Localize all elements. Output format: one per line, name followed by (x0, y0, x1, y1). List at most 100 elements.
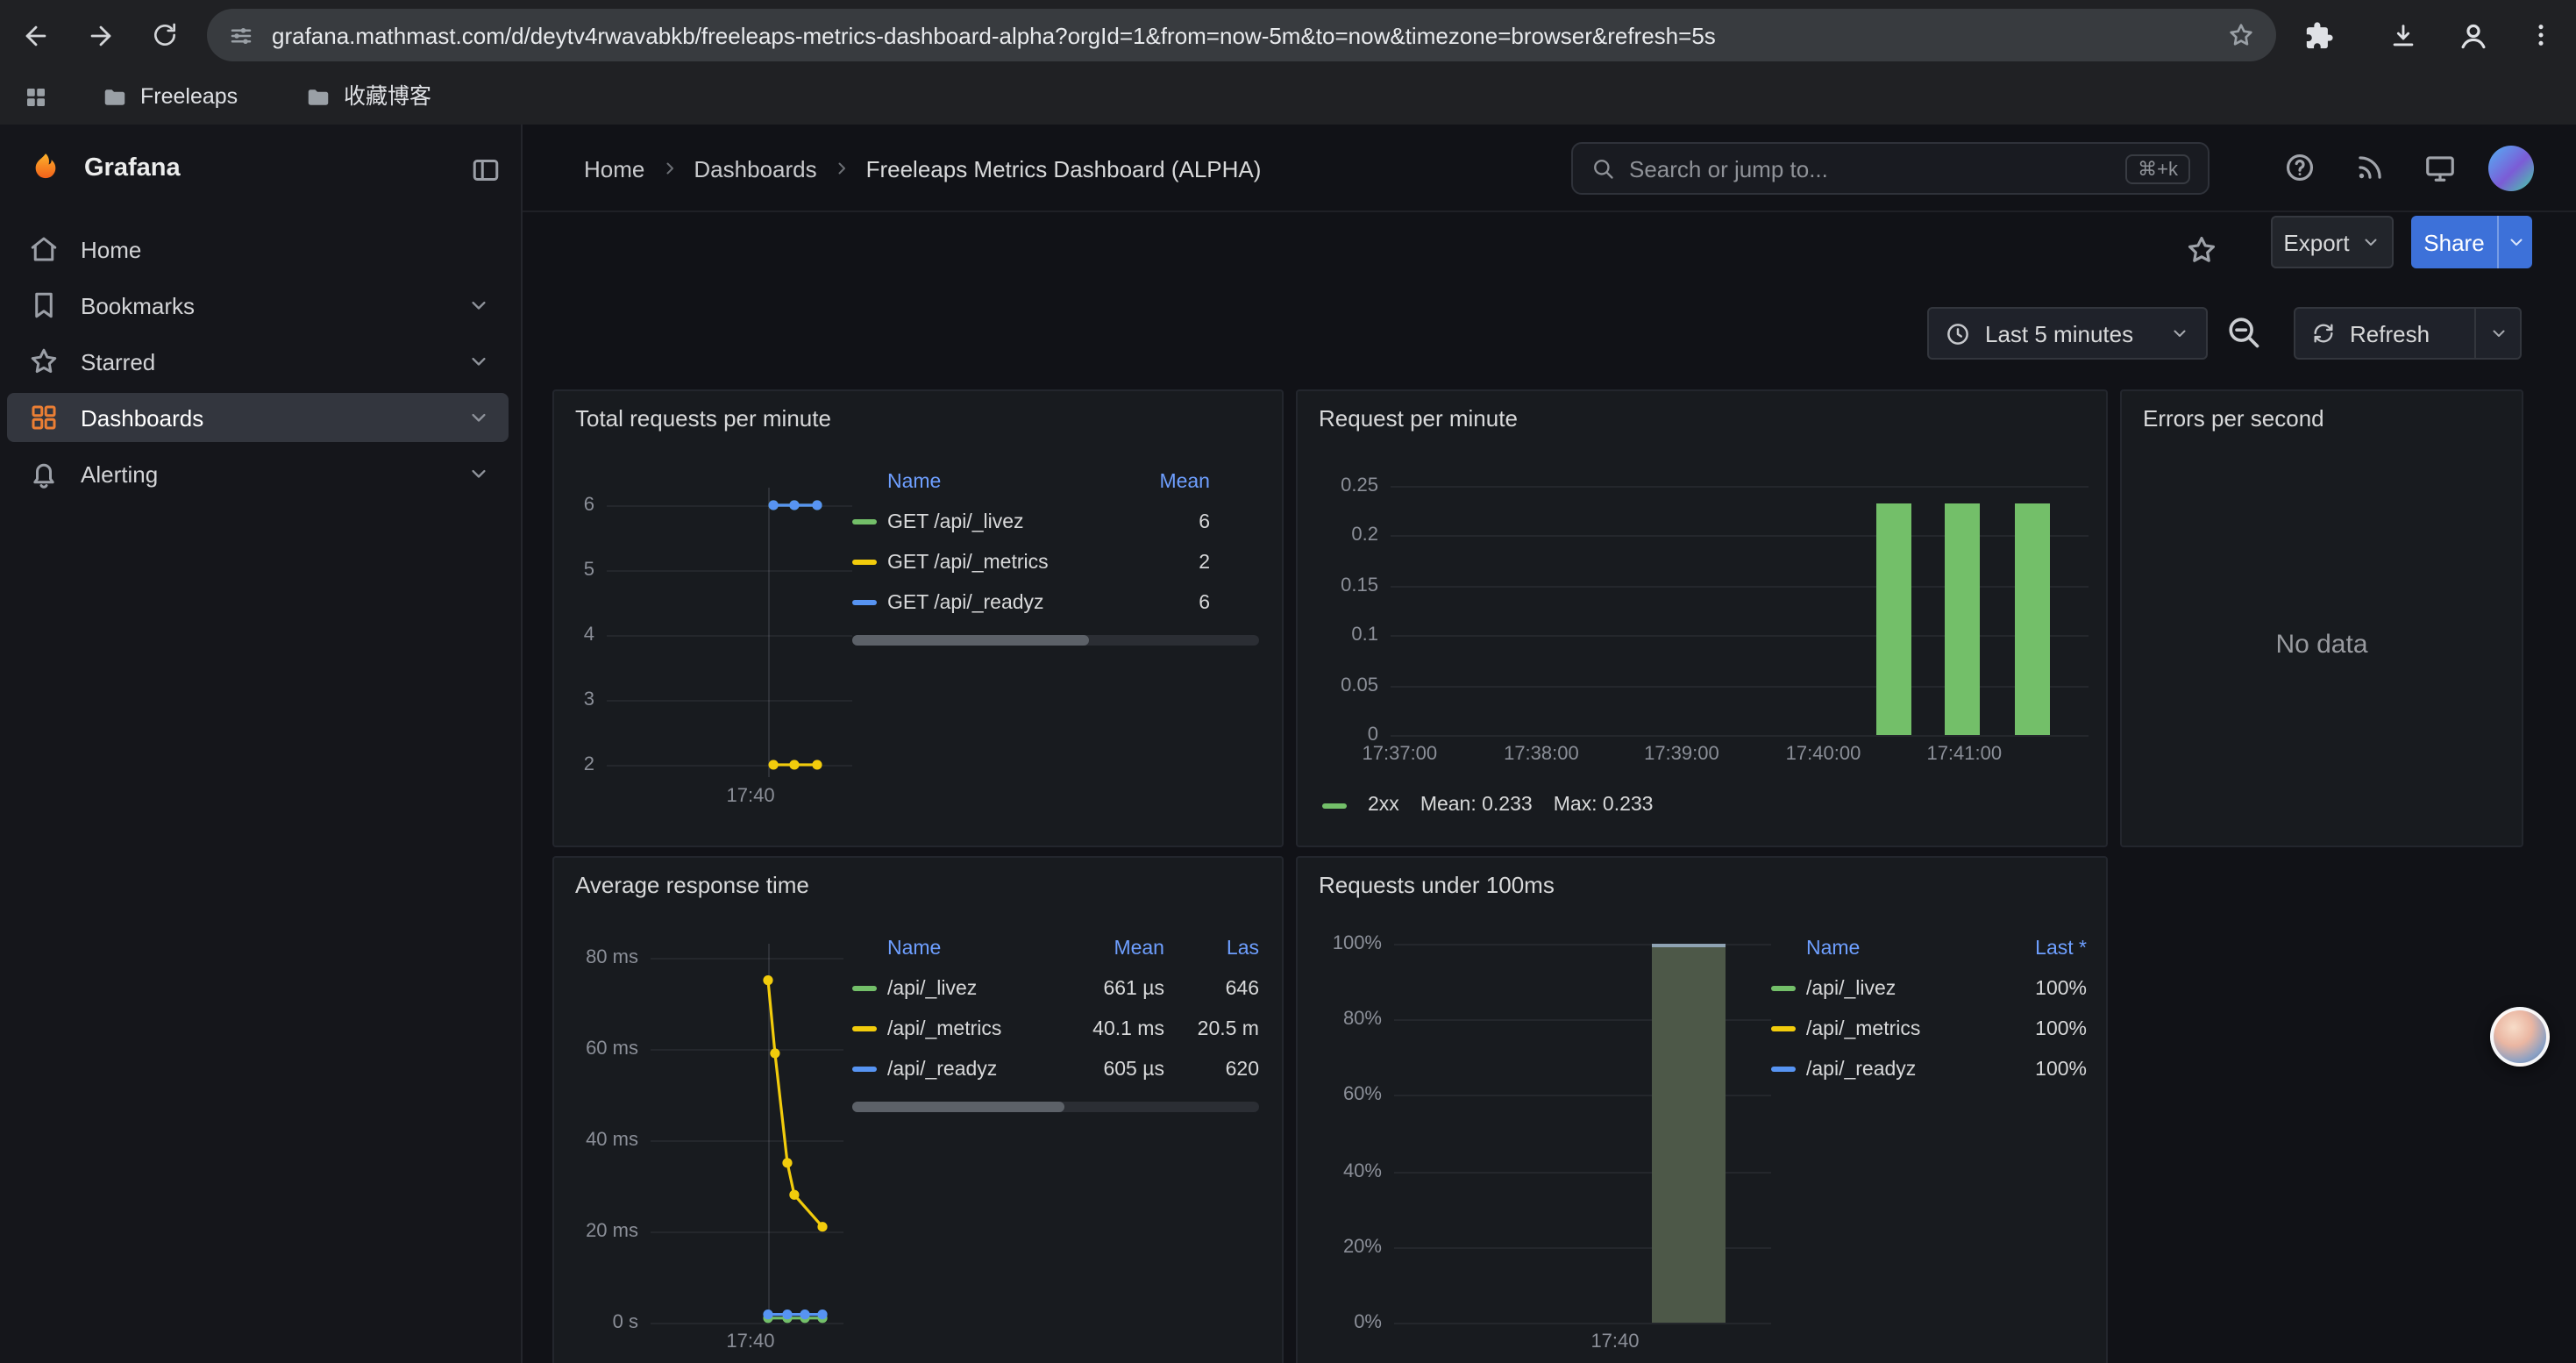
legend-header-value[interactable]: Mean (1063, 938, 1164, 959)
legend-series-name[interactable]: GET /api/_livez (887, 511, 1108, 532)
grafana-logo[interactable] (28, 151, 63, 186)
legend-header-value[interactable]: Las (1189, 938, 1259, 959)
browser-profile-button[interactable] (2451, 14, 2494, 56)
search-input[interactable]: Search or jump to... ⌘+k (1571, 142, 2210, 195)
chevron-down-icon[interactable] (466, 405, 491, 430)
news-icon[interactable] (2353, 151, 2387, 184)
y-axis-tick: 80% (1343, 1009, 1382, 1030)
sidebar-item-starred[interactable]: Starred (7, 337, 509, 386)
bookmark-star-icon[interactable] (2227, 21, 2255, 49)
legend-header-row[interactable]: Name Mean (852, 461, 1210, 502)
scrollbar-thumb[interactable] (852, 1102, 1064, 1112)
chevron-down-icon[interactable] (466, 461, 491, 486)
legend-series-name[interactable]: GET /api/_readyz (887, 592, 1108, 613)
panel-title[interactable]: Request per minute (1319, 405, 1518, 432)
chart-bar[interactable] (1876, 503, 1911, 735)
chart-series (651, 944, 843, 1323)
legend-series-name[interactable]: /api/_readyz (887, 1059, 1038, 1080)
panel-title[interactable]: Total requests per minute (575, 405, 831, 432)
panel-title[interactable]: Average response time (575, 872, 809, 898)
browser-menu-button[interactable] (2520, 14, 2562, 56)
legend-series-name[interactable]: /api/_metrics (887, 1018, 1038, 1039)
scrollbar-thumb[interactable] (852, 635, 1088, 646)
share-menu-button[interactable] (2497, 216, 2532, 268)
legend-row[interactable]: /api/_readyz605 µs620 (852, 1049, 1259, 1089)
favorite-dashboard-icon[interactable] (2185, 233, 2218, 267)
chart-bar[interactable] (1945, 503, 1980, 735)
puzzle-icon (2303, 20, 2333, 50)
download-icon (2387, 20, 2417, 50)
legend-series-name[interactable]: 2xx (1368, 795, 1399, 816)
legend-row[interactable]: /api/_readyz100% (1771, 1049, 2087, 1089)
sidebar-item-alerting[interactable]: Alerting (7, 449, 509, 498)
breadcrumb-current: Freeleaps Metrics Dashboard (ALPHA) (866, 155, 1262, 182)
legend-row[interactable]: GET /api/_readyz6 (852, 582, 1210, 623)
share-button[interactable]: Share (2411, 216, 2497, 268)
chart-bar[interactable] (1652, 944, 1726, 1323)
series-color-dash (1322, 803, 1347, 808)
legend-row[interactable]: /api/_livez661 µs646 (852, 968, 1259, 1009)
y-axis-tick: 0% (1354, 1312, 1382, 1333)
zoom-out-icon[interactable] (2224, 312, 2262, 351)
extensions-button[interactable] (2297, 14, 2339, 56)
browser-back-button[interactable] (14, 14, 56, 56)
collapse-sidebar-icon[interactable] (470, 154, 502, 186)
legend-header-value[interactable]: Last * (2003, 938, 2087, 959)
legend-header-name[interactable]: Name (1806, 938, 1978, 959)
legend-row[interactable]: GET /api/_livez6 (852, 502, 1210, 542)
legend-header-name[interactable]: Name (887, 471, 1108, 492)
url-text[interactable]: grafana.mathmast.com/d/deytv4rwavabkb/fr… (272, 22, 2210, 48)
legend-row[interactable]: /api/_metrics100% (1771, 1009, 2087, 1049)
help-icon[interactable] (2283, 151, 2316, 184)
address-bar[interactable]: grafana.mathmast.com/d/deytv4rwavabkb/fr… (207, 9, 2276, 61)
chart-bar[interactable] (2015, 503, 2050, 735)
breadcrumb-home[interactable]: Home (584, 155, 644, 182)
time-range-picker[interactable]: Last 5 minutes (1927, 307, 2208, 360)
legend-scrollbar[interactable] (852, 635, 1259, 646)
legend-row[interactable]: GET /api/_metrics2 (852, 542, 1210, 582)
browser-reload-button[interactable] (144, 14, 186, 56)
panel-title[interactable]: Errors per second (2143, 405, 2324, 432)
browser-forward-button[interactable] (79, 14, 121, 56)
x-axis-tick: 17:40 (726, 1331, 774, 1352)
apps-grid-icon[interactable] (23, 84, 49, 111)
legend-header-row[interactable]: Name Mean Las (852, 928, 1259, 968)
refresh-button[interactable]: Refresh (2294, 307, 2476, 360)
legend-value: 40.1 ms (1063, 1018, 1164, 1039)
refresh-interval-button[interactable] (2476, 307, 2522, 360)
chevron-down-icon[interactable] (466, 293, 491, 318)
legend-row[interactable]: /api/_metrics40.1 ms20.5 m (852, 1009, 1259, 1049)
breadcrumb-dashboards[interactable]: Dashboards (694, 155, 816, 182)
legend-series-name[interactable]: /api/_livez (1806, 978, 1978, 999)
bookmark-folder-blogs[interactable]: 收藏博客 (305, 70, 431, 125)
chevron-down-icon[interactable] (466, 349, 491, 374)
series-color-dash (852, 986, 877, 991)
y-axis-tick: 5 (584, 560, 594, 581)
panel-title[interactable]: Requests under 100ms (1319, 872, 1555, 898)
floating-assistant-avatar[interactable] (2490, 1007, 2550, 1067)
legend-header-value[interactable]: Mean (1133, 471, 1210, 492)
legend-series-name[interactable]: GET /api/_metrics (887, 552, 1108, 573)
series-color-dash (852, 519, 877, 525)
legend-series-name[interactable]: /api/_metrics (1806, 1018, 1978, 1039)
time-range-label: Last 5 minutes (1985, 320, 2155, 346)
share-label: Share (2423, 229, 2484, 255)
sidebar-item-home[interactable]: Home (7, 225, 509, 274)
kiosk-mode-icon[interactable] (2423, 151, 2457, 184)
legend[interactable]: 2xx Mean: 0.233 Max: 0.233 (1322, 795, 1654, 816)
user-avatar[interactable] (2488, 146, 2534, 191)
site-info-icon[interactable] (228, 22, 254, 48)
legend-header-row[interactable]: Name Last * (1771, 928, 2087, 968)
x-axis-tick: 17:40:00 (1786, 744, 1861, 765)
legend-row[interactable]: /api/_livez100% (1771, 968, 2087, 1009)
legend-header-name[interactable]: Name (887, 938, 1038, 959)
legend-series-name[interactable]: /api/_livez (887, 978, 1038, 999)
legend-scrollbar[interactable] (852, 1102, 1259, 1112)
sidebar-item-dashboards[interactable]: Dashboards (7, 393, 509, 442)
bookmark-folder-freeleaps[interactable]: Freeleaps (102, 70, 238, 125)
brand-title[interactable]: Grafana (84, 147, 181, 189)
sidebar-item-bookmarks[interactable]: Bookmarks (7, 281, 509, 330)
downloads-button[interactable] (2381, 14, 2423, 56)
legend-series-name[interactable]: /api/_readyz (1806, 1059, 1978, 1080)
export-button[interactable]: Export (2271, 216, 2394, 268)
